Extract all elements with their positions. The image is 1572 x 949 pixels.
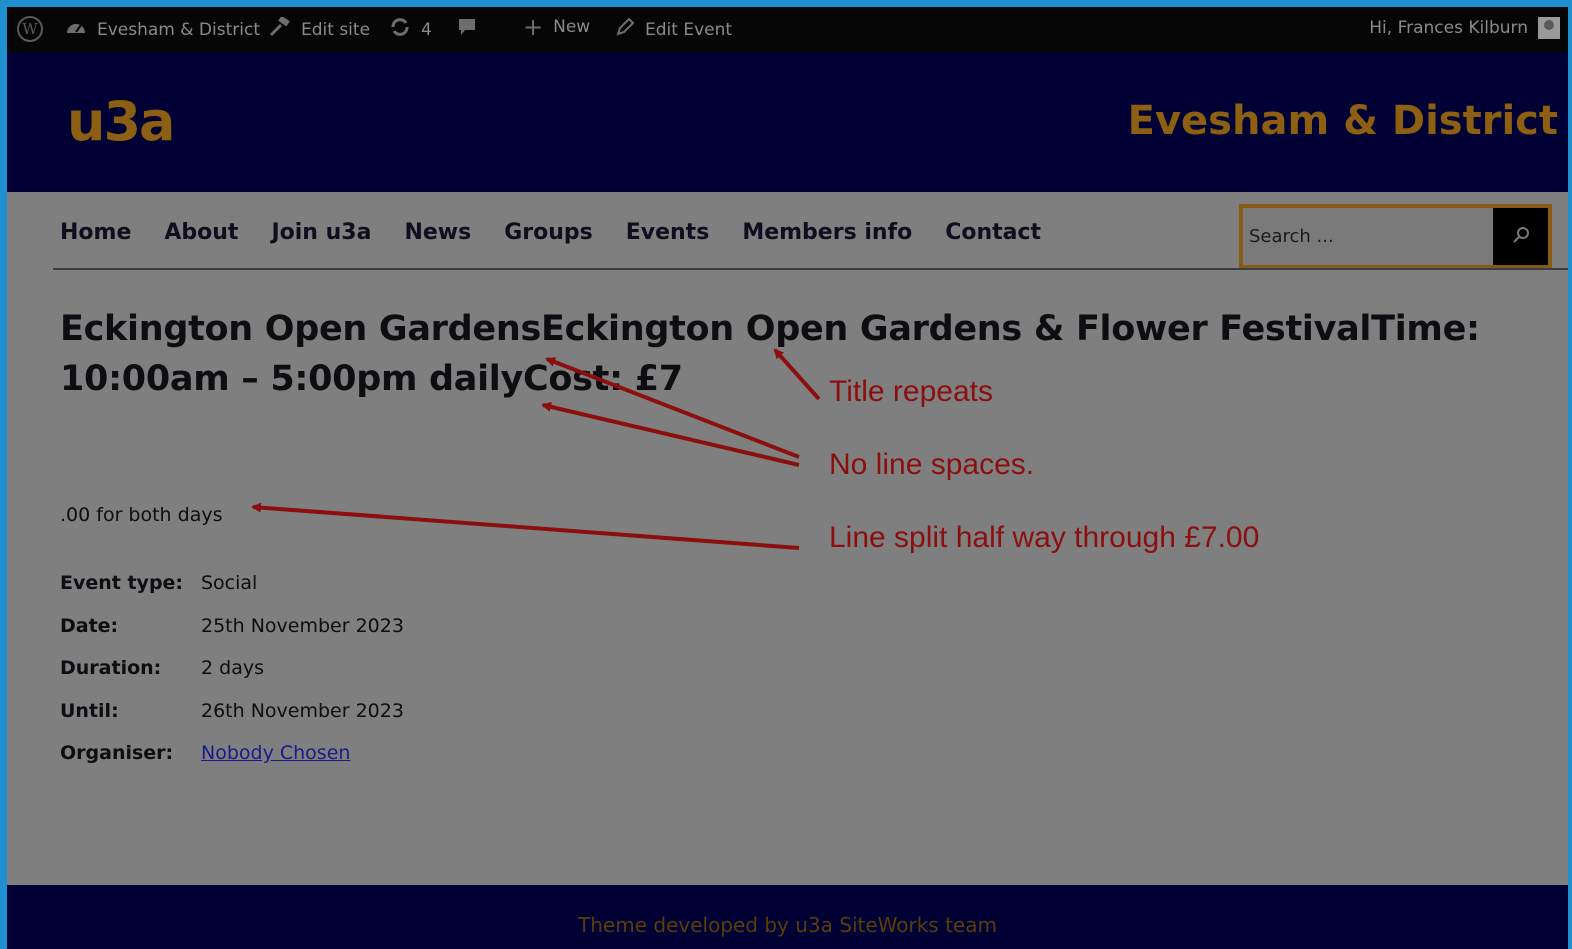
- nav-item-about[interactable]: About: [164, 220, 238, 245]
- detail-label: Duration:: [60, 657, 162, 680]
- new-label: New: [553, 17, 591, 37]
- edit-event-button[interactable]: Edit Event: [615, 17, 732, 42]
- greeting-label: Hi, Frances Kilburn: [1369, 18, 1528, 38]
- site-logo[interactable]: u3a: [67, 90, 175, 153]
- detail-row-event-type: Event type: Social: [60, 562, 404, 605]
- nav-item-events[interactable]: Events: [626, 220, 710, 245]
- annotation-title-repeats: Title repeats: [829, 375, 993, 408]
- updates-count: 4: [421, 19, 432, 40]
- comments-button[interactable]: [457, 17, 487, 42]
- annotation-line-split: Line split half way through £7.00: [829, 521, 1260, 554]
- edit-site-label: Edit site: [301, 19, 371, 40]
- annotation-no-line-spaces: No line spaces.: [829, 448, 1035, 481]
- new-content-button[interactable]: + New: [523, 13, 591, 41]
- hammer-icon: [269, 15, 291, 42]
- footer-credit: Theme developed by u3a SiteWorks team: [578, 913, 997, 937]
- account-menu[interactable]: Hi, Frances Kilburn: [1369, 17, 1560, 39]
- wordpress-logo-button[interactable]: W: [17, 16, 43, 42]
- detail-label: Organiser:: [60, 742, 174, 765]
- detail-value: 2 days: [201, 657, 264, 680]
- detail-value: Social: [201, 572, 258, 595]
- organiser-link[interactable]: Nobody Chosen: [201, 742, 350, 764]
- site-name-label: Evesham & District: [97, 19, 260, 40]
- detail-label: Date:: [60, 614, 119, 637]
- plus-icon: +: [523, 13, 544, 41]
- edit-event-label: Edit Event: [645, 19, 733, 40]
- search-input[interactable]: [1243, 208, 1493, 265]
- wordpress-icon: W: [17, 16, 43, 42]
- site-name-menu[interactable]: Evesham & District: [65, 17, 260, 42]
- detail-row-organiser: Organiser: Nobody Chosen: [60, 732, 404, 775]
- admin-bar: W Evesham & District Edit site 4 + New E…: [7, 7, 1568, 52]
- browser-page: W Evesham & District Edit site 4 + New E…: [7, 7, 1568, 949]
- comment-icon: [457, 17, 477, 42]
- dashboard-icon: [65, 17, 87, 42]
- event-details: Event type: Social Date: 25th November 2…: [60, 562, 404, 775]
- site-header: u3a Evesham & District: [7, 52, 1568, 192]
- avatar: [1538, 17, 1560, 39]
- pencil-icon: [615, 17, 635, 42]
- nav-menu: Home About Join u3a News Groups Events M…: [60, 220, 1074, 245]
- detail-value: 25th November 2023: [201, 614, 404, 637]
- nav-item-groups[interactable]: Groups: [504, 220, 593, 245]
- detail-value: 26th November 2023: [201, 699, 404, 722]
- search-form: [1239, 204, 1552, 269]
- updates-button[interactable]: 4: [389, 17, 432, 42]
- event-description: .00 for both days: [60, 504, 223, 526]
- detail-row-until: Until: 26th November 2023: [60, 690, 404, 733]
- site-footer: Theme developed by u3a SiteWorks team: [7, 885, 1568, 949]
- nav-item-contact[interactable]: Contact: [945, 220, 1041, 245]
- nav-item-members-info[interactable]: Members info: [742, 220, 912, 245]
- edit-site-button[interactable]: Edit site: [269, 15, 371, 42]
- arrow-no-line-spaces-2: [541, 401, 800, 467]
- nav-item-news[interactable]: News: [404, 220, 471, 245]
- refresh-icon: [389, 17, 411, 42]
- event-title: Eckington Open GardensEckington Open Gar…: [60, 309, 1480, 399]
- search-button[interactable]: [1493, 208, 1548, 265]
- arrow-line-split: [251, 502, 800, 550]
- search-icon: [1511, 225, 1531, 248]
- nav-item-join-u3a[interactable]: Join u3a: [271, 220, 371, 245]
- detail-label: Event type:: [60, 572, 184, 595]
- nav-item-home[interactable]: Home: [60, 220, 131, 245]
- detail-label: Until:: [60, 699, 119, 722]
- site-title[interactable]: Evesham & District: [1128, 98, 1558, 144]
- nav-divider: [53, 268, 1568, 270]
- detail-row-date: Date: 25th November 2023: [60, 605, 404, 648]
- detail-row-duration: Duration: 2 days: [60, 647, 404, 690]
- main-navigation: Home About Join u3a News Groups Events M…: [7, 192, 1568, 270]
